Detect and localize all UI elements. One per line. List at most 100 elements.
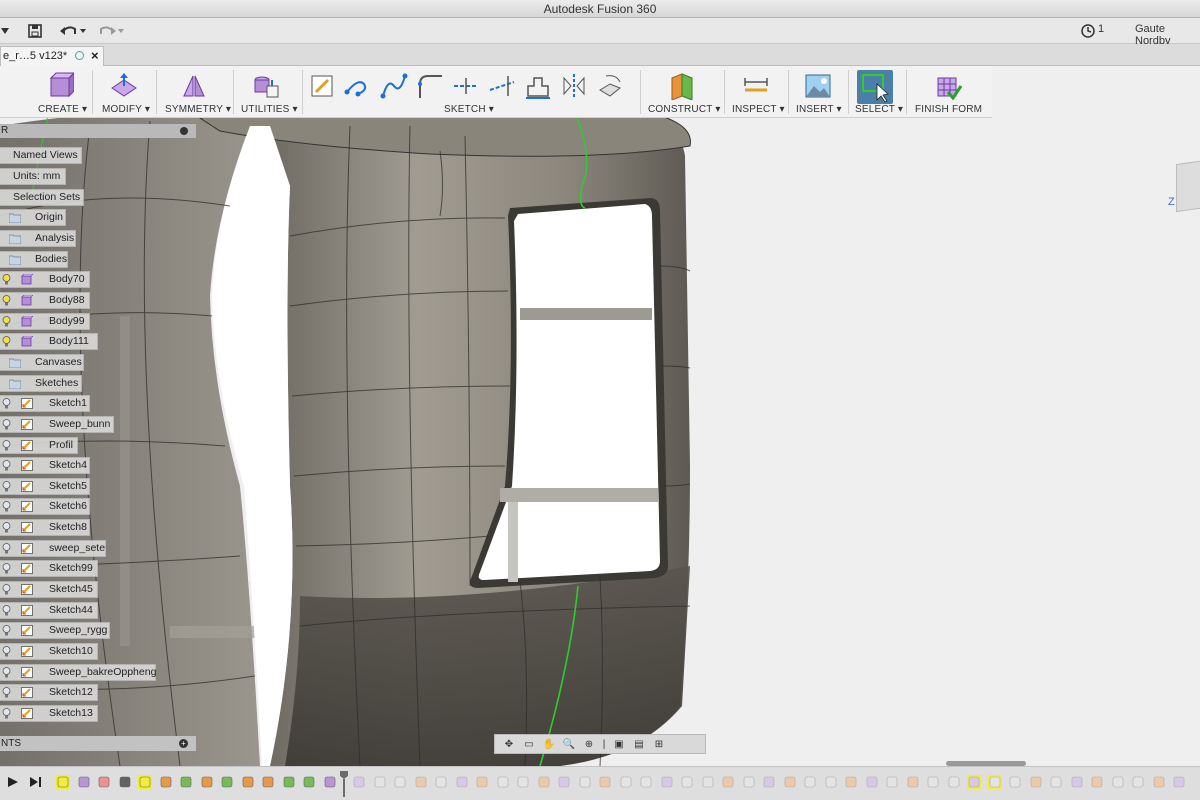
timeline-feature[interactable]: [1152, 775, 1166, 789]
timeline-feature[interactable]: [1111, 775, 1125, 789]
browser-node[interactable]: Sketch1: [0, 395, 90, 412]
construct-group[interactable]: CONSTRUCT ▾: [644, 66, 722, 118]
browser-node[interactable]: Sketch44: [0, 602, 98, 619]
visibility-bulb-icon[interactable]: [2, 295, 11, 306]
modify-group[interactable]: MODIFY ▾: [96, 66, 154, 118]
timeline-feature[interactable]: [516, 775, 530, 789]
visibility-bulb-icon[interactable]: [2, 316, 11, 327]
visibility-bulb-icon[interactable]: [2, 501, 11, 512]
timeline-feature[interactable]: [906, 775, 920, 789]
timeline-feature[interactable]: [865, 775, 879, 789]
close-tab-icon[interactable]: ×: [91, 47, 99, 65]
visibility-bulb-icon[interactable]: [2, 419, 11, 430]
timeline-feature[interactable]: [1172, 775, 1186, 789]
timeline-feature[interactable]: [680, 775, 694, 789]
browser-node[interactable]: Body111: [0, 333, 98, 350]
browser-node[interactable]: Sketch12: [0, 684, 98, 701]
browser-node[interactable]: Sweep_bunn: [0, 416, 114, 433]
browser-node[interactable]: sweep_sete: [0, 540, 106, 557]
sketch-line-icon[interactable]: [344, 72, 372, 100]
visibility-bulb-icon[interactable]: [2, 543, 11, 554]
browser-node[interactable]: Origin: [0, 209, 66, 226]
timeline-marker[interactable]: [340, 771, 348, 797]
grid-snaps-icon[interactable]: ▤: [631, 737, 647, 751]
browser-node[interactable]: Sketch99: [0, 560, 98, 577]
sketch-fillet-icon[interactable]: [416, 72, 444, 100]
visibility-bulb-icon[interactable]: [2, 522, 11, 533]
finish-form-group[interactable]: FINISH FORM: [910, 66, 986, 118]
timeline-feature[interactable]: [241, 775, 255, 789]
browser-node[interactable]: Body70: [0, 271, 90, 288]
browser-node[interactable]: Sketch6: [0, 498, 90, 515]
document-tab[interactable]: e_r…5 v123* ×: [0, 46, 104, 66]
visibility-bulb-icon[interactable]: [2, 440, 11, 451]
timeline-feature[interactable]: [302, 775, 316, 789]
visibility-bulb-icon[interactable]: [2, 584, 11, 595]
browser-node[interactable]: Analysis: [0, 230, 76, 247]
timeline-feature[interactable]: [56, 775, 70, 789]
timeline-feature[interactable]: [323, 775, 337, 789]
timeline-feature[interactable]: [1131, 775, 1145, 789]
utilities-group[interactable]: UTILITIES ▾: [236, 66, 300, 118]
sketch-extend-icon[interactable]: [488, 72, 516, 100]
redo-icon[interactable]: [96, 21, 126, 41]
browser-node[interactable]: Sweep_bakreOppheng: [0, 664, 156, 681]
sketch-group[interactable]: SKETCH ▾: [304, 66, 638, 118]
timeline-feature[interactable]: [537, 775, 551, 789]
add-comment-icon[interactable]: +: [179, 739, 188, 748]
orbit-icon[interactable]: ✥: [501, 737, 517, 751]
timeline-feature[interactable]: [926, 775, 940, 789]
timeline-feature[interactable]: [352, 775, 366, 789]
visibility-bulb-icon[interactable]: [2, 605, 11, 616]
look-at-icon[interactable]: ▭: [521, 737, 537, 751]
timeline-feature[interactable]: [455, 775, 469, 789]
sketch-spline-icon[interactable]: [380, 72, 408, 100]
project-include-icon[interactable]: [596, 72, 624, 100]
timeline-feature[interactable]: [1070, 775, 1084, 789]
timeline-feature[interactable]: [159, 775, 173, 789]
visibility-bulb-icon[interactable]: [2, 274, 11, 285]
timeline-feature[interactable]: [803, 775, 817, 789]
timeline-feature[interactable]: [434, 775, 448, 789]
timeline-feature[interactable]: [783, 775, 797, 789]
visibility-bulb-icon[interactable]: [2, 625, 11, 636]
timeline-feature[interactable]: [967, 775, 981, 789]
browser-node[interactable]: Body99: [0, 313, 90, 330]
sketch-offset-icon[interactable]: [524, 72, 552, 100]
create-group[interactable]: CREATE ▾: [30, 66, 90, 118]
timeline-feature[interactable]: [393, 775, 407, 789]
visibility-bulb-icon[interactable]: [2, 398, 11, 409]
timeline-feature[interactable]: [220, 775, 234, 789]
timeline-feature[interactable]: [97, 775, 111, 789]
visibility-bulb-icon[interactable]: [2, 563, 11, 574]
browser-node[interactable]: Canvases: [0, 354, 84, 371]
timeline-feature[interactable]: [762, 775, 776, 789]
save-icon[interactable]: [26, 21, 44, 41]
canvas-viewport[interactable]: Z: [0, 66, 1200, 766]
visibility-bulb-icon[interactable]: [2, 646, 11, 657]
visibility-bulb-icon[interactable]: [2, 460, 11, 471]
timeline-feature[interactable]: [414, 775, 428, 789]
timeline-feature[interactable]: [619, 775, 633, 789]
browser-node[interactable]: Sketches: [0, 375, 82, 392]
timeline-feature[interactable]: [179, 775, 193, 789]
viewports-icon[interactable]: ⊞: [651, 737, 667, 751]
browser-node[interactable]: Units: mm: [0, 168, 66, 185]
timeline-feature[interactable]: [200, 775, 214, 789]
timeline-feature[interactable]: [261, 775, 275, 789]
visibility-bulb-icon[interactable]: [2, 687, 11, 698]
visibility-bulb-icon[interactable]: [2, 708, 11, 719]
comments-panel-header[interactable]: NTS +: [0, 736, 196, 751]
zoom-icon[interactable]: 🔍: [561, 737, 577, 751]
timeline-feature[interactable]: [885, 775, 899, 789]
job-status-icon[interactable]: [1080, 21, 1096, 41]
visibility-bulb-icon[interactable]: [2, 667, 11, 678]
timeline-feature[interactable]: [118, 775, 132, 789]
timeline-feature[interactable]: [496, 775, 510, 789]
visibility-bulb-icon[interactable]: [2, 481, 11, 492]
browser-panel-header[interactable]: R: [0, 124, 196, 138]
timeline-feature[interactable]: [639, 775, 653, 789]
timeline-feature[interactable]: [1090, 775, 1104, 789]
browser-node[interactable]: Profil: [0, 437, 78, 454]
browser-node[interactable]: Sketch45: [0, 581, 98, 598]
